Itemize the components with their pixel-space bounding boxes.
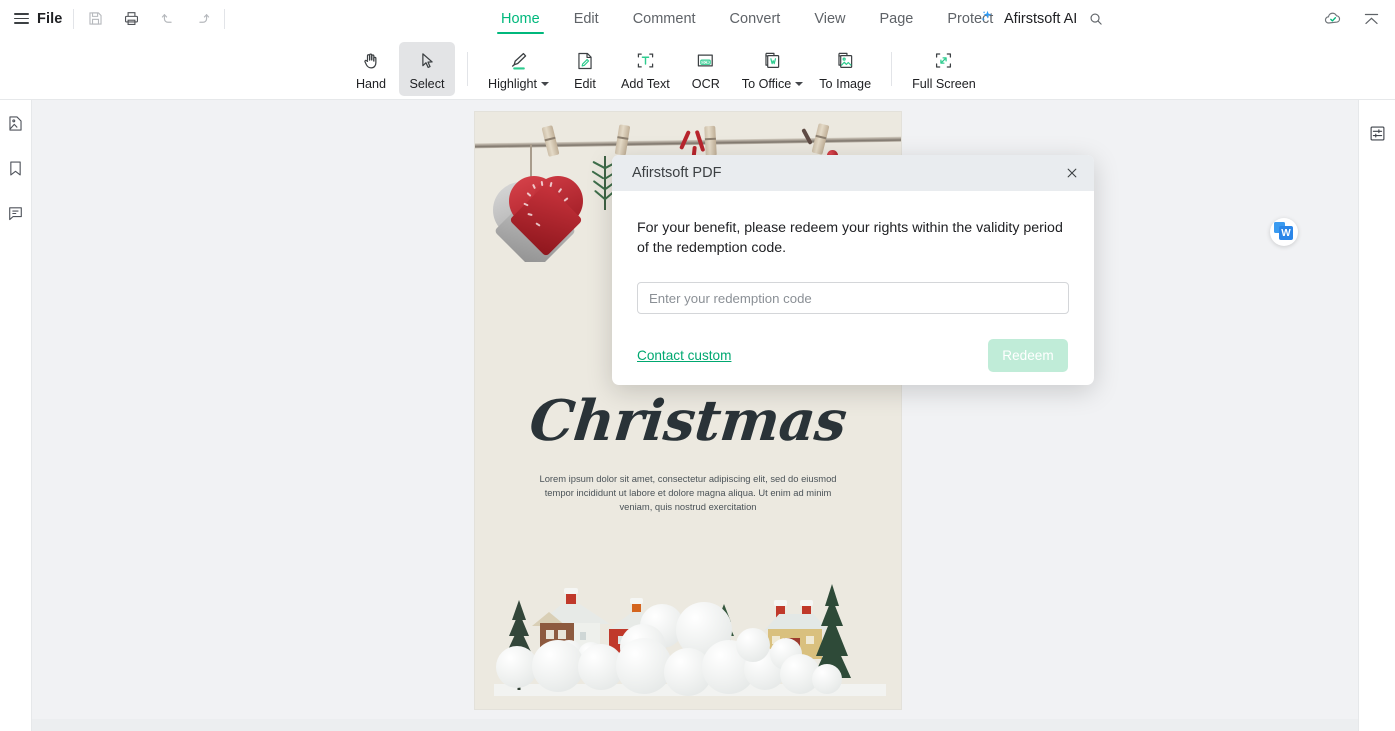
snowball-graphic (812, 664, 842, 694)
header-divider-2 (224, 8, 226, 29)
tool-add-text-label: Add Text (621, 76, 670, 91)
undo-icon[interactable] (157, 9, 177, 29)
tool-to-office[interactable]: To Office (734, 42, 811, 96)
hand-icon (360, 48, 382, 74)
close-icon[interactable] (1062, 163, 1082, 183)
tool-select-label: Select (409, 76, 445, 91)
highlighter-icon (507, 48, 531, 74)
tab-edit[interactable]: Edit (557, 0, 616, 38)
tool-edit[interactable]: Edit (557, 42, 613, 96)
print-icon[interactable] (121, 9, 141, 29)
tab-page[interactable]: Page (863, 0, 931, 38)
app-header: File Home Edit Comment Convert View Page… (0, 0, 1395, 38)
chevron-down-icon[interactable] (541, 81, 550, 86)
comment-icon[interactable] (5, 202, 27, 224)
ai-assistant-group[interactable]: Afirstsoft AI (978, 0, 1106, 38)
collapse-ribbon-icon[interactable] (1361, 9, 1381, 29)
right-sidebar (1358, 100, 1395, 731)
tab-home[interactable]: Home (484, 0, 557, 38)
tool-to-office-text: To Office (741, 76, 792, 91)
full-screen-icon (932, 48, 955, 74)
quick-action-group (85, 9, 213, 29)
ribbon-divider-2 (891, 51, 893, 86)
tool-full-screen-label: Full Screen (912, 76, 976, 91)
save-icon[interactable] (85, 9, 105, 29)
hamburger-icon[interactable] (14, 13, 29, 24)
tool-ocr-label: OCR (691, 76, 720, 91)
dialog-titlebar: Afirstsoft PDF (612, 155, 1094, 191)
tool-highlight[interactable]: Highlight (480, 42, 557, 96)
convert-to-word-badge[interactable]: W (1270, 218, 1298, 246)
dialog-footer: Contact custom Redeem (637, 339, 1069, 372)
page-body-text: Lorem ipsum dolor sit amet, consectetur … (539, 473, 837, 512)
ribbon-toolbar: Hand Select Highlight Edit Add Text OCR … (0, 38, 1395, 100)
redeem-button[interactable]: Redeem (988, 339, 1068, 372)
ribbon-tab-bar: Home Edit Comment Convert View Page Prot… (484, 0, 1010, 38)
ribbon-divider-1 (467, 51, 468, 86)
left-sidebar (0, 100, 32, 731)
tool-add-text[interactable]: Add Text (613, 42, 678, 96)
horizontal-scrollbar[interactable] (32, 719, 1358, 731)
tool-highlight-label: Highlight (488, 76, 550, 91)
redemption-code-input[interactable] (637, 282, 1069, 314)
tool-edit-label: Edit (574, 76, 596, 91)
to-image-icon (834, 48, 857, 74)
snowball-graphic (532, 640, 584, 692)
cloud-check-icon[interactable] (1323, 9, 1343, 29)
edit-page-icon (574, 48, 596, 74)
file-menu-group: File (0, 11, 62, 27)
tool-highlight-text: Highlight (488, 76, 538, 91)
contact-custom-link[interactable]: Contact custom (637, 348, 731, 363)
page-title: Christmas (526, 388, 850, 454)
tab-comment[interactable]: Comment (616, 0, 713, 38)
tool-to-office-label: To Office (741, 76, 804, 91)
scrollbar-thumb[interactable] (32, 720, 1324, 730)
snow-village-photo (494, 529, 886, 696)
bookmark-icon[interactable] (5, 157, 27, 179)
tab-view[interactable]: View (797, 0, 862, 38)
tool-full-screen[interactable]: Full Screen (904, 42, 984, 96)
snowball-graphic (736, 628, 770, 662)
properties-sliders-icon[interactable] (1366, 122, 1388, 144)
dialog-title: Afirstsoft PDF (632, 165, 722, 181)
to-office-icon (761, 48, 784, 74)
tool-hand-label: Hand (355, 76, 387, 91)
tool-to-image[interactable]: To Image (811, 42, 879, 96)
header-right-group (1323, 0, 1381, 38)
dialog-message: For your benefit, please redeem your rig… (637, 220, 1063, 256)
file-menu-label[interactable]: File (37, 11, 62, 27)
redemption-dialog[interactable]: Afirstsoft PDF For your benefit, please … (612, 155, 1094, 385)
add-text-icon (634, 48, 657, 74)
thumbnails-icon[interactable] (5, 112, 27, 134)
tool-to-image-label: To Image (819, 76, 872, 91)
clothespin-graphic (541, 125, 560, 157)
tab-convert[interactable]: Convert (713, 0, 798, 38)
tool-ocr[interactable]: OCR OCR (678, 42, 734, 96)
tool-hand[interactable]: Hand (343, 42, 399, 96)
svg-text:OCR: OCR (702, 60, 710, 64)
dialog-body: For your benefit, please redeem your rig… (612, 191, 1094, 372)
header-divider-1 (73, 8, 75, 29)
clothespin-graphic (704, 125, 717, 157)
redo-icon[interactable] (193, 9, 213, 29)
ai-assistant-label[interactable]: Afirstsoft AI (1004, 11, 1077, 27)
rope-graphic (475, 136, 901, 149)
search-icon[interactable] (1086, 9, 1106, 29)
chevron-down-icon[interactable] (795, 81, 804, 86)
sparkle-icon (978, 8, 995, 30)
word-badge-letter: W (1279, 226, 1293, 240)
ocr-icon: OCR (694, 48, 717, 74)
heart-ornament-graphic (493, 172, 583, 262)
cursor-arrow-icon (416, 48, 438, 74)
tool-select[interactable]: Select (399, 41, 455, 96)
